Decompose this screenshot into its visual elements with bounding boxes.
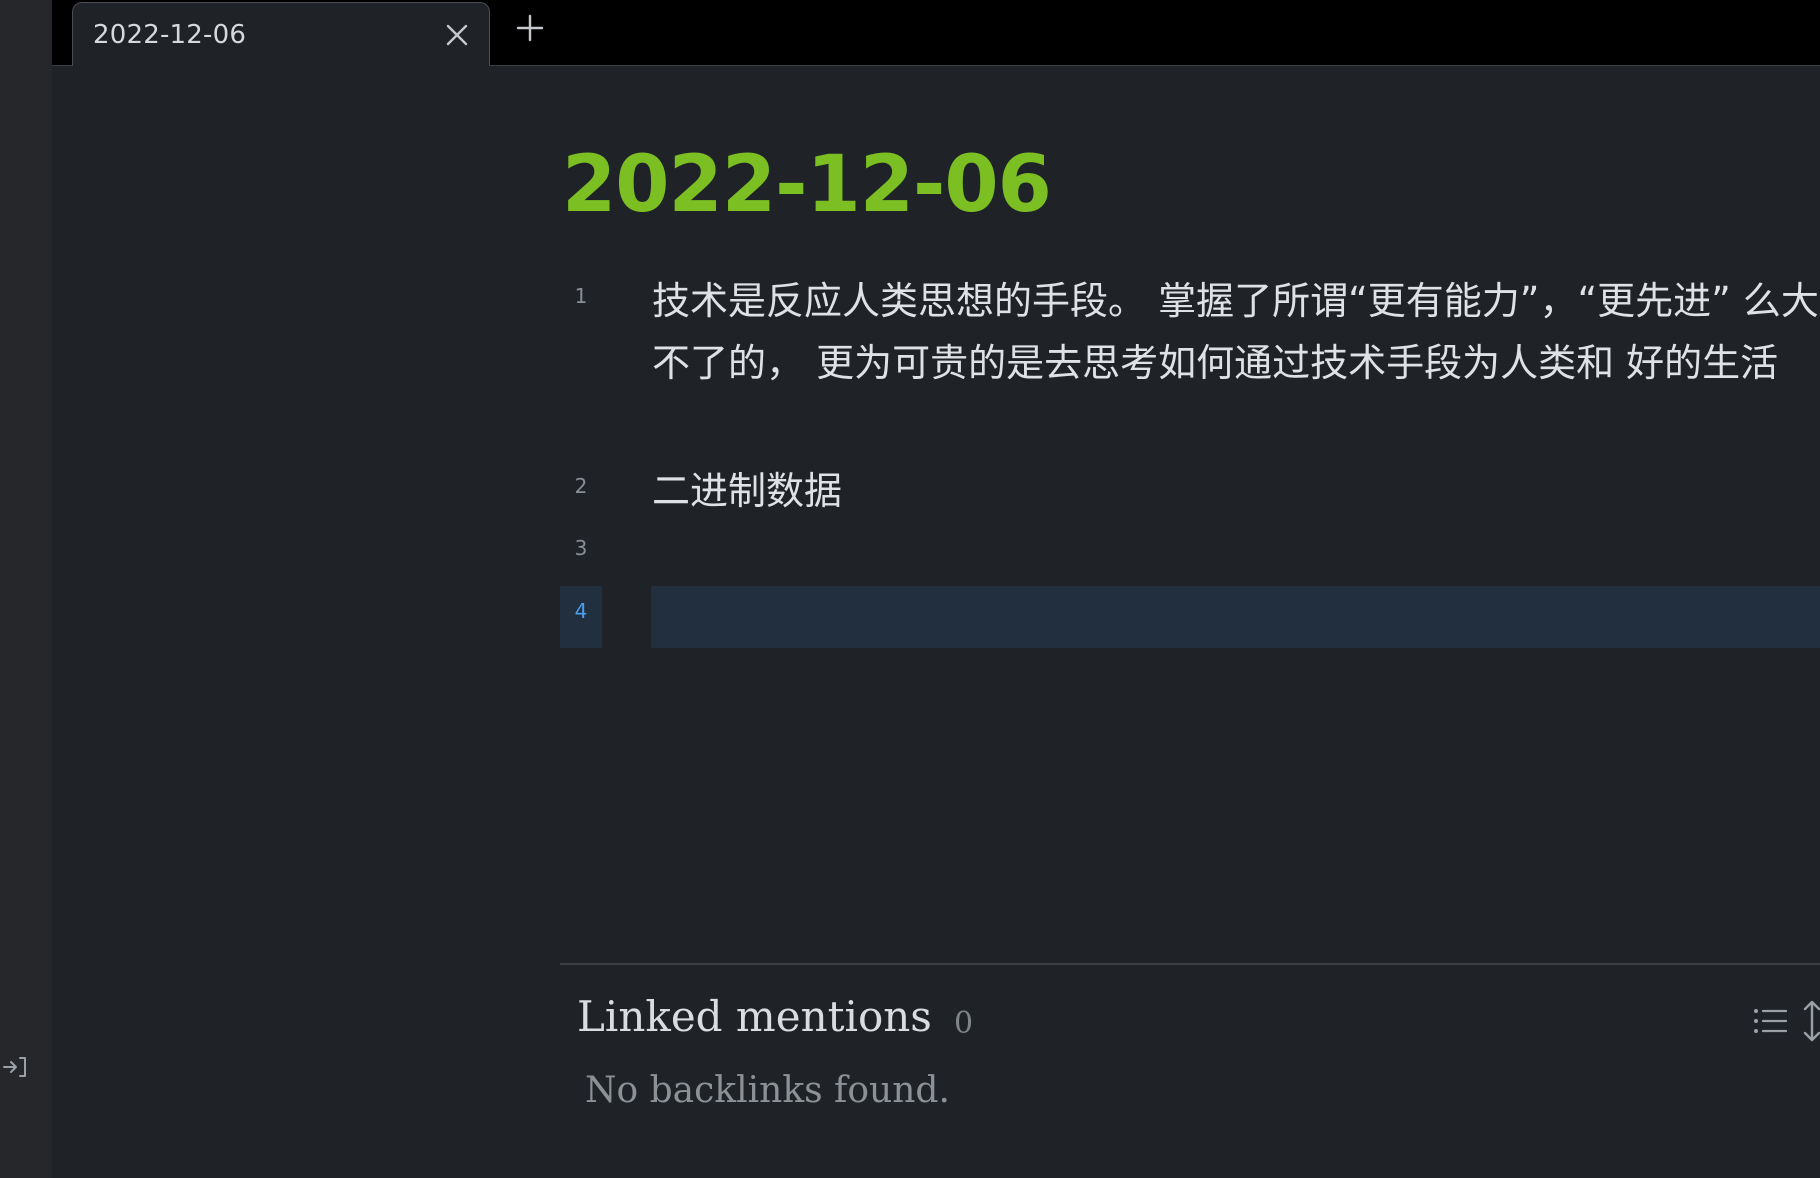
left-ribbon: [0, 0, 52, 1178]
line-number: 3: [574, 536, 588, 560]
editor-line-active[interactable]: [652, 586, 1820, 648]
line-number-active: 4: [574, 599, 588, 623]
list-icon[interactable]: [1750, 1001, 1790, 1041]
tab-active[interactable]: 2022-12-06: [72, 2, 490, 67]
backlinks-divider: [560, 963, 1820, 965]
editor-pane: 2022-12-06 1 2 3 4 技术是反应人类思想的手段。 掌握了所谓“更…: [52, 66, 1820, 1178]
editor-line[interactable]: 技术是反应人类思想的手段。 掌握了所谓“更有能力”，“更先进” 么大不了的， 更…: [652, 270, 1820, 456]
line-number: 2: [574, 474, 588, 498]
backlinks-empty-message: No backlinks found.: [585, 1070, 950, 1111]
expand-vertical-icon[interactable]: [1790, 998, 1820, 1044]
tab-bar: 2022-12-06: [52, 0, 1820, 67]
editor-line[interactable]: [652, 522, 1820, 584]
tab-label: 2022-12-06: [93, 20, 247, 50]
sidebar-expand-icon[interactable]: [2, 1050, 28, 1084]
note-title[interactable]: 2022-12-06: [562, 140, 1052, 230]
backlinks-count: 0: [954, 1006, 974, 1041]
editor-line[interactable]: 二进制数据: [652, 460, 1820, 522]
close-icon[interactable]: [443, 21, 471, 49]
backlinks-title[interactable]: Linked mentions: [577, 992, 932, 1041]
plus-icon[interactable]: [512, 10, 548, 46]
line-number: 1: [574, 284, 588, 308]
app-window: 2022-12-06 2022-12-06 1 2 3 4 技术是反应人类思想的…: [0, 0, 1820, 1178]
